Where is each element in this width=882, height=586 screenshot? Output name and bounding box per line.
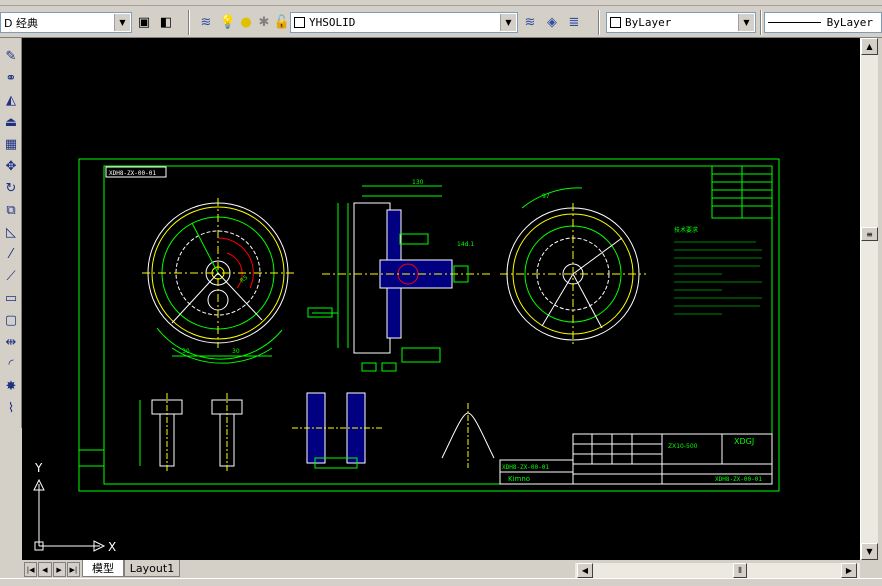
linetype-value: ByLayer (826, 16, 873, 29)
offset-icon[interactable]: ⏏ (1, 112, 21, 132)
layer-value: YHSOLID (309, 16, 356, 29)
left-wheel-view: R5 30 30 (142, 198, 294, 364)
svg-text:130: 130 (412, 179, 424, 186)
title-block: XDGJ ZX10-500 XDH8-ZX-00-01 XDH8-ZX-00-0… (499, 433, 773, 485)
linetype-preview (768, 22, 821, 23)
dim-style-icon[interactable]: ◧ (156, 12, 176, 33)
layer-color-swatch (294, 17, 305, 28)
svg-text:97: 97 (542, 193, 550, 200)
bottom-part-views (139, 392, 495, 473)
toolbar-separator (598, 10, 600, 35)
first-tab-icon[interactable]: |◀ (24, 562, 38, 577)
svg-text:30: 30 (182, 348, 190, 355)
chevron-down-icon[interactable]: ▼ (738, 14, 754, 31)
tab-model-label: 模型 (92, 562, 114, 575)
chevron-down-icon[interactable]: ▼ (114, 14, 130, 31)
move-icon[interactable]: ✥ (1, 156, 21, 176)
text-style-value: D 经典 (4, 16, 38, 30)
sun-icon[interactable]: ● (236, 12, 256, 33)
extend-icon[interactable]: ⟋ (1, 266, 21, 286)
sheet-outer-border (78, 158, 780, 492)
drawing-canvas[interactable]: XDH8-ZX-00-01 R5 30 30 130 14d.1 97 技术要求… (22, 38, 860, 560)
lock-icon[interactable]: 🔓 (272, 12, 292, 33)
last-tab-icon[interactable]: ▶| (66, 562, 80, 577)
chamfer-icon[interactable]: ⇹ (1, 332, 21, 352)
scroll-thumb[interactable]: ≡ (861, 227, 878, 241)
mirror-icon[interactable]: ◭ (1, 90, 21, 110)
tab-navigation: |◀ ◀ ▶ ▶| (24, 562, 80, 577)
join-icon[interactable]: ▢ (1, 310, 21, 330)
small-code-label: XDH8-ZX-00-01 (502, 464, 549, 471)
technical-notes: 技术要求 (674, 226, 762, 315)
explode-icon[interactable]: ✸ (1, 376, 21, 396)
color-combo[interactable]: ByLayer ▼ (606, 12, 756, 33)
linetype-combo[interactable]: ByLayer (764, 12, 882, 33)
vertical-scrollbar[interactable]: ▲ ≡ ▼ (860, 38, 878, 560)
top-toolbar: D 经典 ▼ ▣ ◧ ≋ 💡 ● ✱ 🔓 YHSOLID ▼ ≋ ◈ ≣ ByL… (0, 0, 882, 38)
erase-icon[interactable]: ✎ (1, 46, 21, 66)
title-block-code: XDH8-ZX-00-01 (715, 476, 762, 483)
scroll-right-icon[interactable]: ▶ (841, 563, 857, 578)
trim-icon[interactable]: ⁄ (1, 244, 21, 264)
sheet-inner-border (103, 165, 773, 485)
layer-combo[interactable]: YHSOLID ▼ (290, 12, 518, 33)
title-block-name: XDGJ (734, 437, 754, 446)
color-swatch (610, 17, 621, 28)
layer-manager-icon[interactable]: ≋ (196, 12, 216, 33)
text-style-manager-icon[interactable]: ▣ (134, 12, 154, 33)
scale-icon[interactable]: ⧉ (1, 200, 21, 220)
layer-previous-icon[interactable]: ◈ (542, 12, 562, 33)
copy-icon[interactable]: ⚭ (1, 68, 21, 88)
tab-model[interactable]: 模型 (82, 560, 124, 577)
toolbar-separator (188, 10, 190, 35)
ucs-y-label: Y (34, 461, 43, 475)
scroll-left-icon[interactable]: ◀ (577, 563, 593, 578)
company-mark: Kimno (508, 475, 530, 483)
scroll-down-icon[interactable]: ▼ (861, 543, 878, 560)
hscroll-thumb[interactable]: ⦀ (733, 563, 747, 578)
fillet-icon[interactable]: ◜ (1, 354, 21, 374)
lightbulb-icon[interactable]: 💡 (218, 12, 238, 33)
color-value: ByLayer (625, 16, 672, 29)
svg-text:14d.1: 14d.1 (457, 241, 474, 248)
parameter-table (711, 165, 773, 219)
next-tab-icon[interactable]: ▶ (52, 562, 66, 577)
scroll-up-icon[interactable]: ▲ (861, 38, 878, 55)
layer-state-icon[interactable]: ≣ (564, 12, 584, 33)
notes-title: 技术要求 (674, 226, 698, 234)
toolbar-separator (760, 10, 762, 35)
ucs-x-label: X (108, 540, 116, 554)
svg-text:30: 30 (232, 348, 240, 355)
cad-drawing-svg: XDH8-ZX-00-01 R5 30 30 130 14d.1 97 技术要求… (33, 158, 780, 554)
header-code-text: XDH8-ZX-00-01 (109, 170, 156, 177)
text-style-combo[interactable]: D 经典 ▼ (0, 12, 132, 33)
rotate-icon[interactable]: ↻ (1, 178, 21, 198)
array-icon[interactable]: ▦ (1, 134, 21, 154)
right-wheel-view: 97 (500, 187, 646, 346)
part-label: ZX10-500 (668, 443, 698, 450)
prev-tab-icon[interactable]: ◀ (38, 562, 52, 577)
modify-toolbar: ✎ ⚭ ◭ ⏏ ▦ ✥ ↻ ⧉ ◺ ⁄ ⟋ ▭ ▢ ⇹ ◜ ✸ ⌇ (0, 38, 22, 428)
break-icon[interactable]: ▭ (1, 288, 21, 308)
chevron-down-icon[interactable]: ▼ (500, 14, 516, 31)
upper-toolbar-strip (0, 0, 882, 6)
horizontal-scrollbar[interactable]: ◀ ⦀ ▶ (575, 563, 860, 579)
tab-layout1[interactable]: Layout1 (124, 560, 180, 577)
stretch-icon[interactable]: ◺ (1, 222, 21, 242)
freeze-icon[interactable]: ✱ (254, 12, 274, 33)
pedit-icon[interactable]: ⌇ (1, 398, 21, 418)
status-bar (0, 578, 882, 586)
middle-section-view: 130 14d.1 (307, 179, 492, 372)
make-object-layer-current-icon[interactable]: ≋ (520, 12, 540, 33)
tab-layout1-label: Layout1 (129, 561, 175, 575)
